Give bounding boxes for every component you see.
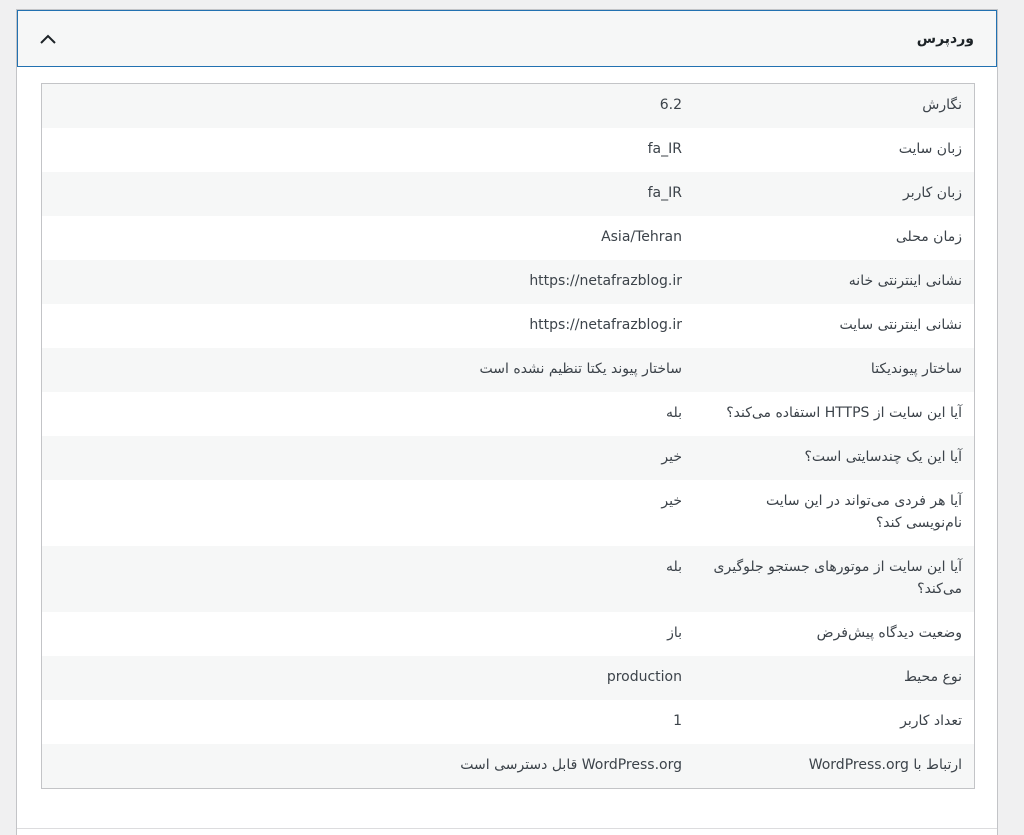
wordpress-section-toggle[interactable]: وردپرس	[17, 10, 997, 67]
row-label: ساختار پیوندیکتا	[694, 348, 975, 392]
row-label: زبان کاربر	[694, 172, 975, 216]
row-value: https://netafrazblog.ir	[41, 260, 694, 304]
table-row: زبان سایت fa_IR	[41, 128, 975, 172]
wordpress-info-panel: وردپرس نگارش 6.2 زبان سایت fa_IR زبان کا…	[16, 9, 998, 835]
table-row: تعداد کاربر 1	[41, 700, 975, 744]
row-value: خیر	[41, 436, 694, 480]
table-row: زمان محلی Asia/Tehran	[41, 216, 975, 260]
wordpress-info-table: نگارش 6.2 زبان سایت fa_IR زبان کاربر fa_…	[41, 83, 975, 789]
table-row: نشانی اینترنتی سایت https://netafrazblog…	[41, 304, 975, 348]
row-label: نگارش	[694, 83, 975, 128]
row-label: نوع محیط	[694, 656, 975, 700]
chevron-up-icon[interactable]	[36, 27, 60, 51]
row-label: تعداد کاربر	[694, 700, 975, 744]
row-label: ارتباط با WordPress.org	[694, 744, 975, 789]
row-value: بله	[41, 546, 694, 612]
row-label: آیا این سایت از موتورهای جستجو جلوگیری م…	[694, 546, 975, 612]
table-row: وضعیت دیدگاه پیش‌فرض باز	[41, 612, 975, 656]
section-title: وردپرس	[916, 30, 974, 47]
row-label: نشانی اینترنتی خانه	[694, 260, 975, 304]
site-health-page: وردپرس نگارش 6.2 زبان سایت fa_IR زبان کا…	[0, 0, 1024, 835]
row-label: زبان سایت	[694, 128, 975, 172]
row-value: باز	[41, 612, 694, 656]
table-row: نگارش 6.2	[41, 83, 975, 128]
row-value: production	[41, 656, 694, 700]
row-value: خیر	[41, 480, 694, 546]
table-row: نشانی اینترنتی خانه https://netafrazblog…	[41, 260, 975, 304]
row-value: fa_IR	[41, 172, 694, 216]
table-row: زبان کاربر fa_IR	[41, 172, 975, 216]
table-row: آیا این سایت از HTTPS استفاده می‌کند؟ بل…	[41, 392, 975, 436]
table-row: نوع محیط production	[41, 656, 975, 700]
row-label: آیا این یک چندسایتی است؟	[694, 436, 975, 480]
section-divider	[17, 828, 997, 829]
row-value: WordPress.org قابل دسترسی است	[41, 744, 694, 789]
table-row: آیا هر فردی می‌تواند در این سایت نام‌نوی…	[41, 480, 975, 546]
table-row: آیا این سایت از موتورهای جستجو جلوگیری م…	[41, 546, 975, 612]
row-value: ساختار پیوند یکتا تنظیم نشده است	[41, 348, 694, 392]
row-value: Asia/Tehran	[41, 216, 694, 260]
table-row: ساختار پیوندیکتا ساختار پیوند یکتا تنظیم…	[41, 348, 975, 392]
info-table-container: نگارش 6.2 زبان سایت fa_IR زبان کاربر fa_…	[41, 83, 975, 789]
row-value: https://netafrazblog.ir	[41, 304, 694, 348]
row-value: بله	[41, 392, 694, 436]
table-row: ارتباط با WordPress.org WordPress.org قا…	[41, 744, 975, 789]
row-value: 6.2	[41, 83, 694, 128]
row-label: آیا این سایت از HTTPS استفاده می‌کند؟	[694, 392, 975, 436]
row-label: زمان محلی	[694, 216, 975, 260]
row-label: آیا هر فردی می‌تواند در این سایت نام‌نوی…	[694, 480, 975, 546]
row-value: fa_IR	[41, 128, 694, 172]
row-value: 1	[41, 700, 694, 744]
row-label: وضعیت دیدگاه پیش‌فرض	[694, 612, 975, 656]
table-row: آیا این یک چندسایتی است؟ خیر	[41, 436, 975, 480]
row-label: نشانی اینترنتی سایت	[694, 304, 975, 348]
